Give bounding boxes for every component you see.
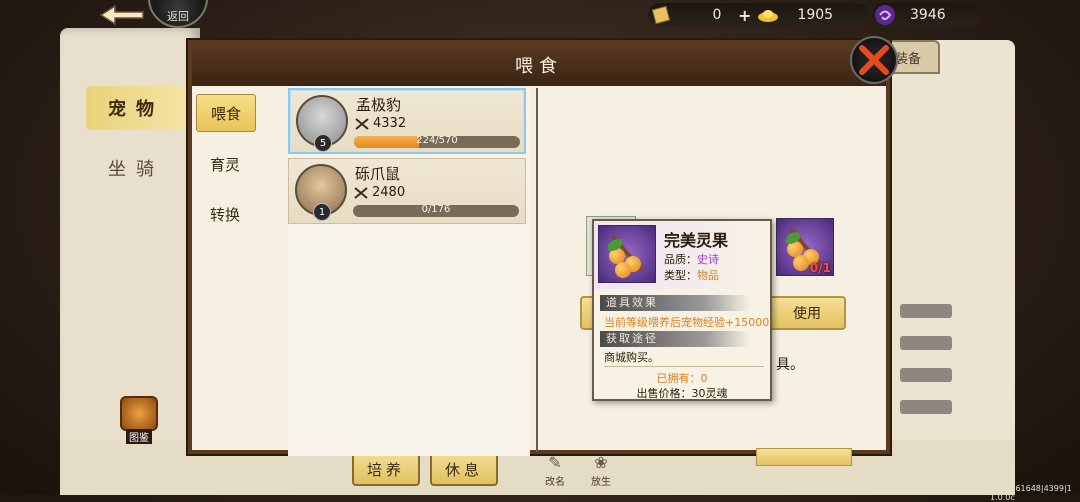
back-arrow-icon bbox=[99, 4, 144, 26]
return-label: 返回 bbox=[167, 10, 189, 23]
type-value: 物品 bbox=[697, 269, 719, 282]
edit-icon: ✎ bbox=[548, 453, 562, 472]
type-label: 类型： bbox=[664, 269, 697, 282]
add-currency-button[interactable]: + bbox=[738, 6, 751, 25]
pet-exp-text: 224/570 bbox=[416, 136, 458, 146]
fruit-shape bbox=[615, 262, 631, 278]
soul-currency-bar: 3946 bbox=[872, 3, 980, 27]
lotus-icon: ❀ bbox=[594, 453, 608, 472]
partial-button[interactable] bbox=[756, 448, 852, 466]
item-count: 0/1 bbox=[809, 261, 831, 275]
soul-swirl-icon bbox=[874, 4, 896, 26]
rename-button[interactable]: ✎ 改名 bbox=[538, 452, 572, 488]
pet-power: 2480 bbox=[353, 185, 405, 200]
item-name: 完美灵果 bbox=[664, 231, 729, 250]
power-icon bbox=[355, 117, 369, 130]
ticket-icon bbox=[650, 4, 672, 26]
sell-price: 出售价格：30灵魂 bbox=[636, 387, 728, 400]
pet-name: 孟极豹 bbox=[356, 96, 402, 114]
dialog-title: 喂食 bbox=[192, 44, 886, 86]
subtab-feed[interactable]: 喂食 bbox=[196, 94, 256, 132]
version-text: 1739561648|4399|1 1.0.0c bbox=[990, 484, 1072, 502]
power-icon bbox=[354, 186, 368, 199]
return-badge[interactable]: 返回 bbox=[148, 0, 208, 28]
right-bar-3 bbox=[900, 368, 952, 382]
item-quality: 品质：史诗 bbox=[664, 251, 719, 267]
subtab-convert[interactable]: 转换 bbox=[196, 196, 254, 232]
codex-label: 图鉴 bbox=[126, 429, 152, 444]
tooltip-item-icon bbox=[598, 225, 656, 283]
train-button[interactable]: 培养 bbox=[352, 452, 420, 486]
use-button[interactable]: 使用 bbox=[768, 296, 846, 330]
tab-mount[interactable]: 坐骑 bbox=[86, 146, 186, 190]
book-right-page bbox=[880, 40, 1015, 490]
right-bar-1 bbox=[900, 304, 952, 318]
gold-ingot-icon bbox=[757, 4, 779, 26]
soul-count: 3946 bbox=[910, 7, 946, 23]
pet-level: 5 bbox=[314, 134, 332, 152]
rename-label: 改名 bbox=[545, 477, 565, 488]
subtab-nurture[interactable]: 育灵 bbox=[196, 146, 254, 182]
hint-text: 具。 bbox=[776, 357, 804, 373]
close-button[interactable] bbox=[850, 36, 898, 84]
codex-icon bbox=[120, 396, 158, 431]
item-type: 类型：物品 bbox=[664, 267, 719, 283]
pet-name: 砾爪鼠 bbox=[355, 165, 401, 183]
panel-divider bbox=[536, 88, 538, 452]
source-text: 商城购买。 bbox=[604, 351, 659, 364]
release-label: 放生 bbox=[591, 477, 611, 488]
pet-card-mengjibao[interactable]: 5 孟极豹 4332 224/570 bbox=[288, 88, 526, 154]
back-button[interactable] bbox=[92, 0, 152, 30]
rest-button[interactable]: 休息 bbox=[430, 452, 498, 486]
pet-power-value: 2480 bbox=[372, 185, 406, 200]
source-header: 获取途径 bbox=[600, 331, 750, 347]
pet-exp-text: 0/176 bbox=[421, 205, 451, 215]
quality-value: 史诗 bbox=[697, 253, 719, 266]
pet-exp-bar: 0/176 bbox=[353, 205, 519, 217]
effect-header: 道具效果 bbox=[600, 295, 750, 311]
release-button[interactable]: ❀ 放生 bbox=[584, 452, 618, 488]
quality-label: 品质： bbox=[664, 253, 697, 266]
tab-pet[interactable]: 宠物 bbox=[86, 86, 186, 130]
close-icon bbox=[859, 45, 889, 75]
pet-level: 1 bbox=[313, 203, 331, 221]
right-bar-4 bbox=[900, 400, 952, 414]
codex-button[interactable]: 图鉴 bbox=[117, 396, 161, 444]
pet-power: 4332 bbox=[354, 116, 406, 131]
pet-avatar: 1 bbox=[295, 164, 347, 221]
pet-exp-bar: 224/570 bbox=[354, 136, 520, 148]
owned-count: 已拥有：0 bbox=[656, 372, 708, 385]
tooltip-divider bbox=[604, 366, 764, 367]
pet-avatar: 5 bbox=[296, 95, 348, 152]
item-tooltip: 完美灵果 品质：史诗 类型：物品 道具效果 当前等级喂养后宠物经验+15000 … bbox=[592, 219, 772, 401]
ticket-count: 0 bbox=[712, 7, 722, 23]
gold-count: 1905 bbox=[797, 7, 834, 23]
effect-text: 当前等级喂养后宠物经验+15000 bbox=[604, 316, 770, 329]
item-fruit[interactable]: 0/1 bbox=[776, 218, 834, 276]
currency-bar: 0 + 1905 bbox=[648, 3, 870, 27]
right-bar-2 bbox=[900, 336, 952, 350]
pet-card-lizhaoshu[interactable]: 1 砾爪鼠 2480 0/176 bbox=[288, 158, 526, 224]
fruit-shape bbox=[793, 255, 809, 271]
pet-power-value: 4332 bbox=[373, 116, 407, 131]
